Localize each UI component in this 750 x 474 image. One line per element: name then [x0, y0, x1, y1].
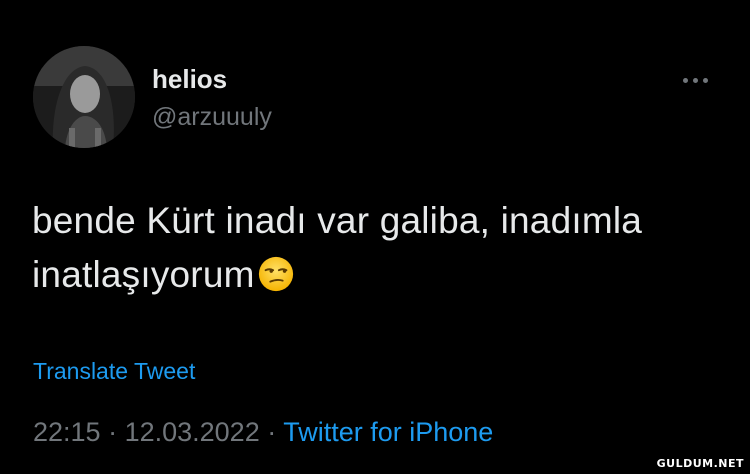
- tweet-text: bende Kürt inadı var galiba, inadımla in…: [32, 200, 643, 295]
- dot-icon: [703, 78, 708, 83]
- translate-tweet-link[interactable]: Translate Tweet: [33, 355, 195, 387]
- watermark-logo: GULDUM.NET: [656, 457, 744, 470]
- tweet-meta: 22:15 · 12.03.2022 · Twitter for iPhone: [33, 415, 493, 449]
- tweet-card: helios @arzuuuly bende Kürt inadı var ga…: [0, 0, 750, 474]
- user-handle[interactable]: @arzuuuly: [152, 101, 272, 133]
- tweet-time[interactable]: 22:15: [33, 417, 101, 447]
- unamused-face-icon: [258, 256, 293, 292]
- tweet-text-container: bende Kürt inadı var galiba, inadımla in…: [32, 194, 732, 302]
- meta-separator: ·: [100, 417, 125, 447]
- tweet-date[interactable]: 12.03.2022: [125, 417, 260, 447]
- tweet-source-link[interactable]: Twitter for iPhone: [283, 417, 493, 447]
- avatar[interactable]: [33, 46, 135, 148]
- dot-icon: [683, 78, 688, 83]
- meta-separator: ·: [259, 417, 284, 447]
- more-options-icon[interactable]: [677, 70, 717, 90]
- display-name[interactable]: helios: [152, 63, 227, 95]
- avatar-photo: [33, 46, 135, 148]
- dot-icon: [693, 78, 698, 83]
